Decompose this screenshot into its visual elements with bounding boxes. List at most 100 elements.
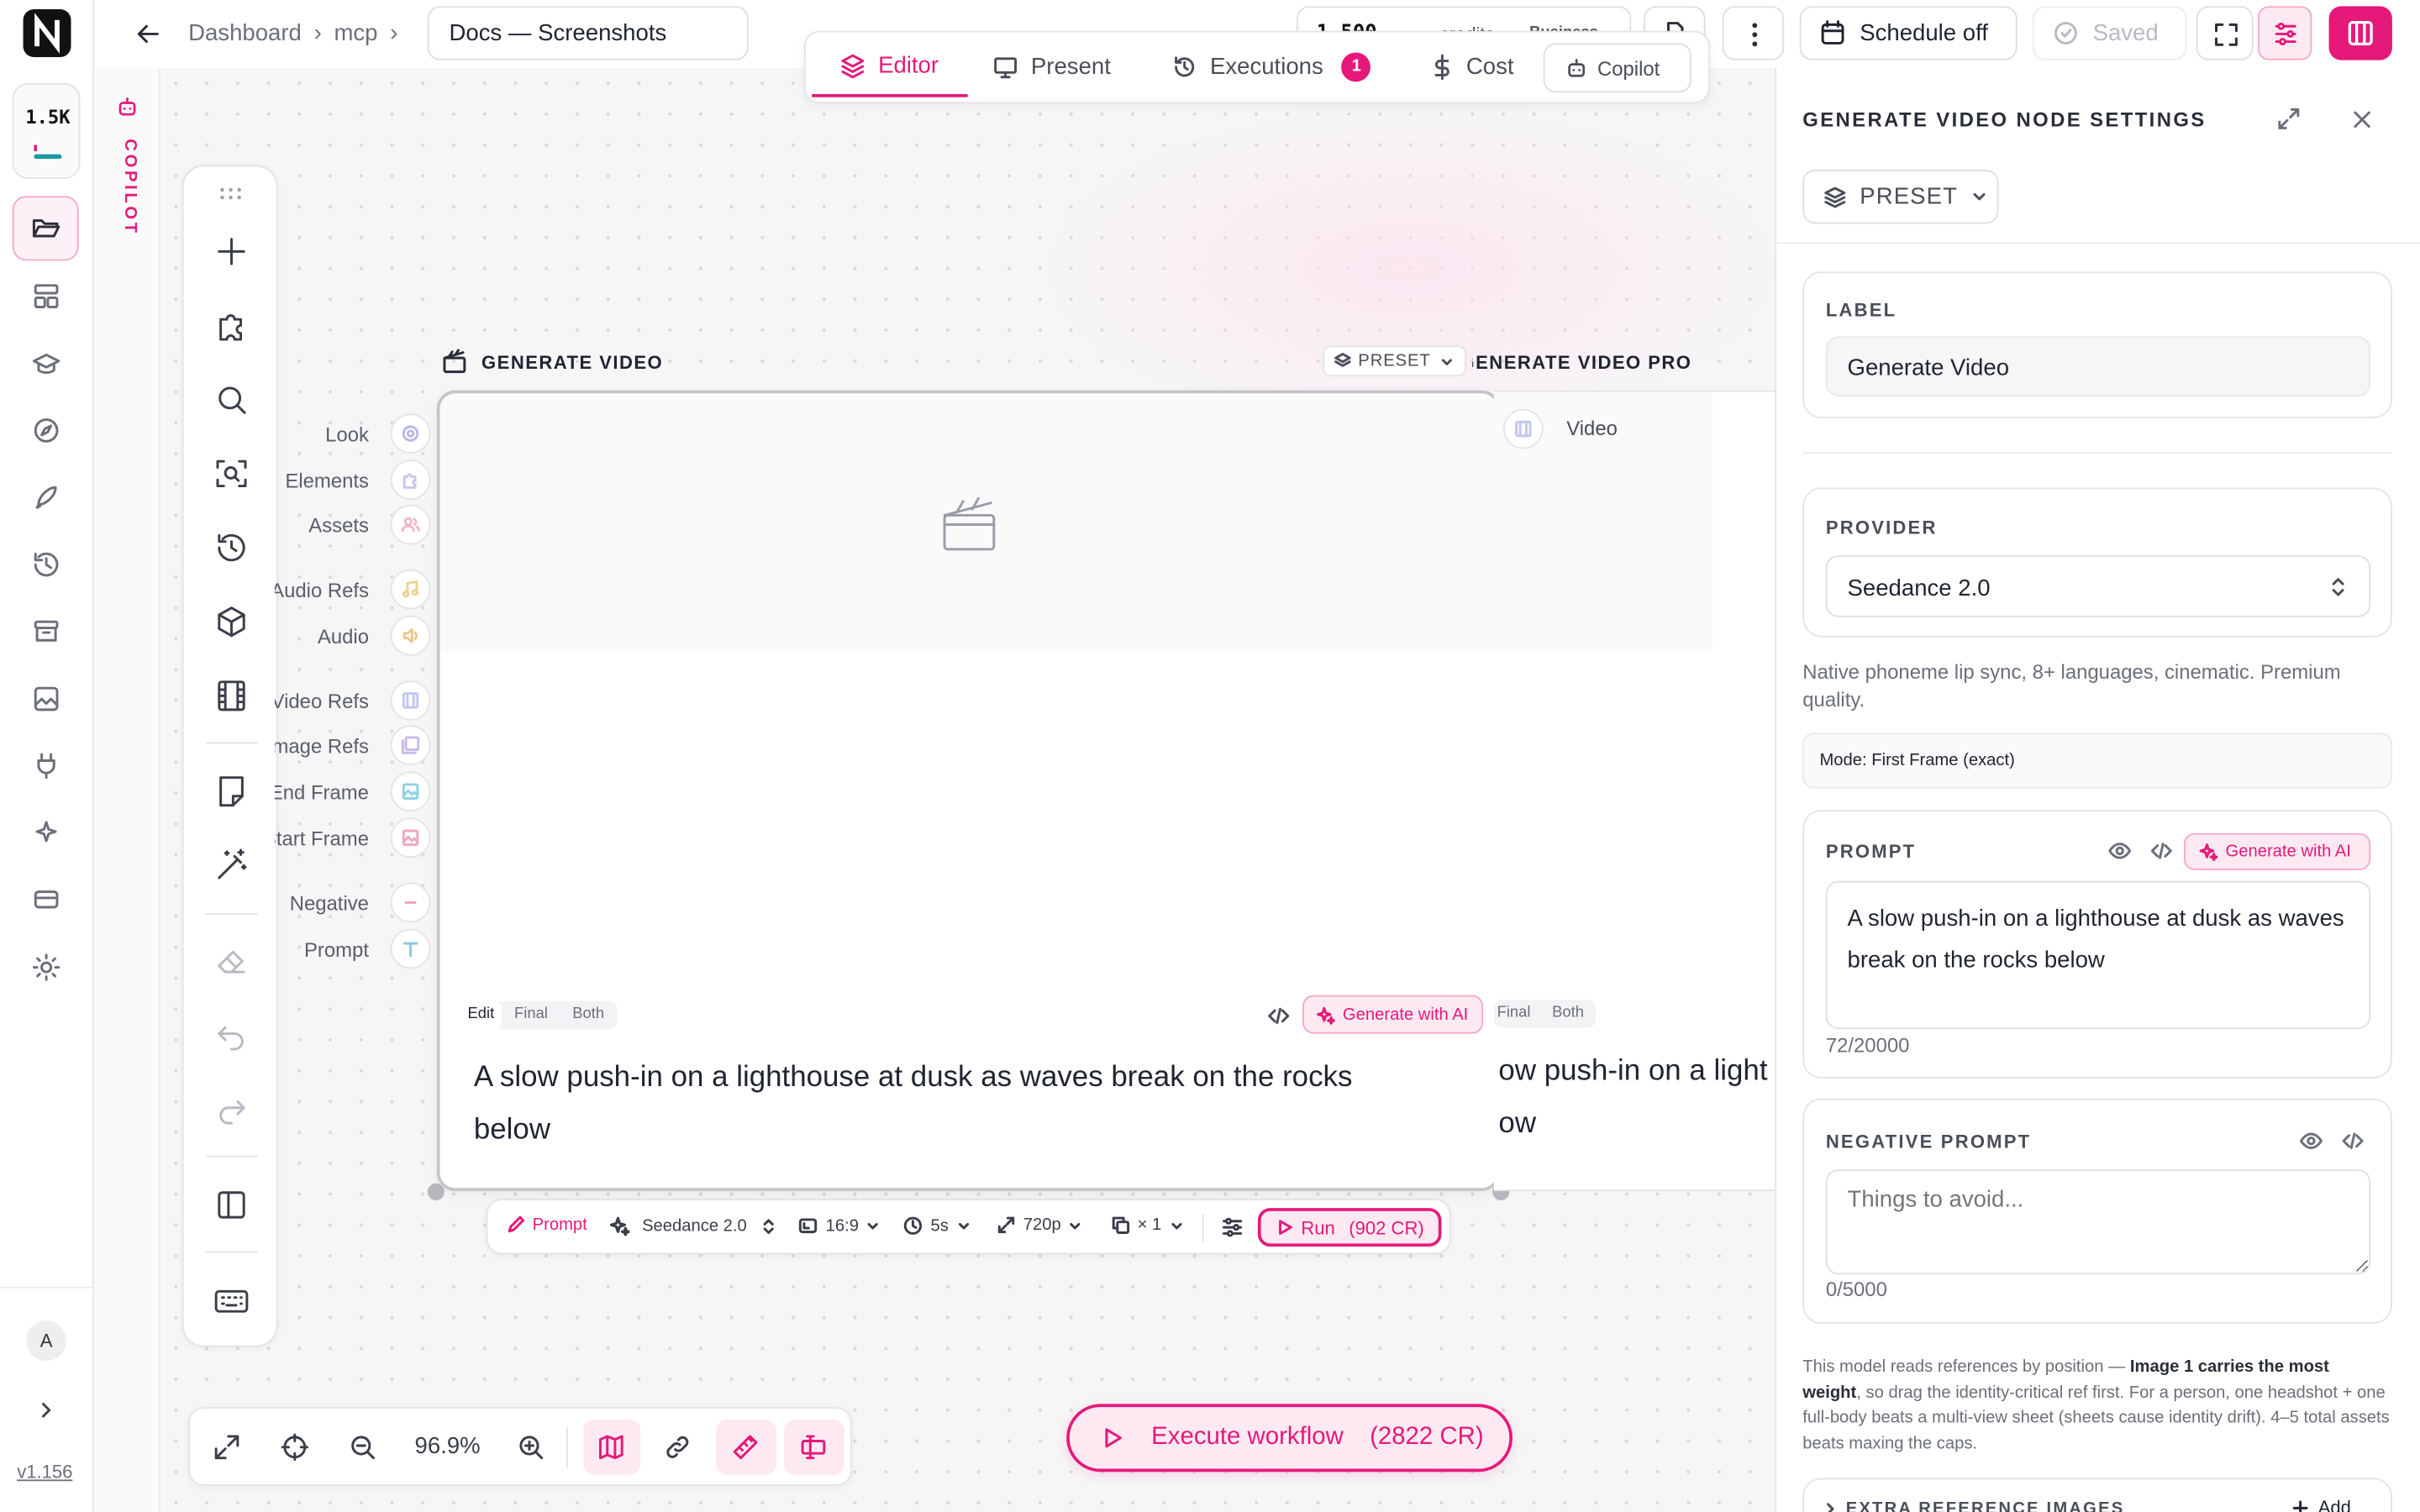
code-icon[interactable] [2341,1129,2365,1152]
rocket-icon[interactable] [31,481,62,512]
node2-view-final[interactable]: Final [1494,1000,1540,1027]
tab-present[interactable]: Present [992,35,1111,97]
text-cursor-toggle[interactable] [784,1419,844,1475]
port-audio[interactable] [390,615,431,656]
link-tool-icon[interactable] [664,1433,692,1461]
aspect-ratio-select[interactable]: 16:9 [798,1215,881,1236]
archive-icon[interactable] [31,616,62,647]
image-gallery-icon[interactable] [31,684,62,715]
generate-video-pro-node[interactable]: Video Final Both ow push-in on a light o… [1493,390,1776,1191]
prompt-chip[interactable]: Prompt [506,1215,587,1234]
eye-icon[interactable] [2300,1129,2323,1152]
port-audio-refs[interactable] [390,569,431,610]
zoom-level[interactable]: 96.9% [411,1433,485,1459]
add-reference-button[interactable]: Add [2291,1497,2351,1512]
port-video-refs[interactable] [390,680,431,721]
port-video[interactable] [1502,408,1544,449]
sticky-note-icon[interactable] [212,771,252,811]
resolution-select[interactable]: 720p [997,1215,1083,1234]
copilot-strip[interactable]: COPILOT [94,67,161,1512]
tab-cost[interactable]: Cost [1431,35,1514,97]
port-end-frame[interactable] [390,771,431,812]
tab-executions[interactable]: Executions 1 [1171,35,1371,97]
breadcrumb-mcp[interactable]: mcp [334,20,377,46]
history-icon[interactable] [31,549,62,580]
plug-icon[interactable] [31,750,62,781]
code-icon[interactable] [2150,839,2174,863]
port-elements[interactable] [390,459,431,501]
view-mode-final[interactable]: Final [502,1001,560,1029]
credit-card-icon[interactable] [31,884,62,915]
layout-icon[interactable] [31,281,62,312]
settings-panel-toggle[interactable] [2258,6,2312,60]
view-mode-both[interactable]: Both [560,1001,617,1029]
run-node-button[interactable]: Run (902 CR) [1257,1208,1442,1247]
compass-icon[interactable] [31,415,62,446]
keyboard-icon[interactable] [212,1280,252,1320]
preset-chip[interactable]: PRESET [1323,345,1466,377]
port-assets[interactable] [390,504,431,545]
zoom-in-icon[interactable] [517,1433,544,1461]
code-icon[interactable] [1267,1005,1291,1028]
negative-prompt-textarea[interactable] [1825,1169,2371,1275]
panel-left-icon[interactable] [212,1185,252,1226]
panel-generate-with-ai-button[interactable]: Generate with AI [2183,832,2371,870]
drag-handle-icon[interactable] [219,186,243,201]
search-icon[interactable] [212,380,252,420]
label-input[interactable]: Generate Video [1825,336,2371,397]
back-arrow-icon[interactable] [134,20,162,48]
output-count-select[interactable]: × 1 [1111,1215,1183,1234]
node2-view-both[interactable]: Both [1539,1000,1596,1027]
usage-widget[interactable]: 1.5K [12,83,81,180]
layout-columns-button[interactable] [2328,6,2392,60]
resize-handle-left[interactable] [427,1183,445,1200]
port-image-refs[interactable] [390,725,431,766]
prompt-textarea[interactable]: A slow push-in on a lighthouse at dusk a… [1825,880,2371,1030]
avatar[interactable]: A [26,1320,66,1361]
magic-wand-icon[interactable] [212,846,252,886]
view-mode-edit[interactable]: Edit [460,1001,502,1030]
provider-select[interactable]: Seedance 2.0 [609,1215,776,1236]
schedule-button[interactable]: Schedule off [1799,6,2018,60]
expand-panel-icon[interactable] [2276,107,2301,131]
graduation-cap-icon[interactable] [31,349,62,380]
node-prompt-text[interactable]: A slow push-in on a lighthouse at dusk a… [474,1053,1431,1158]
execute-workflow-button[interactable]: Execute workflow (2822 CR) [1066,1404,1512,1473]
zoom-out-icon[interactable] [349,1433,376,1461]
node-header[interactable]: GENERATE VIDEO [441,349,663,375]
fullscreen-button[interactable] [2196,6,2254,60]
provider-select[interactable]: Seedance 2.0 [1825,555,2371,617]
more-menu-button[interactable] [1722,6,1785,60]
fit-view-icon[interactable] [213,1433,240,1461]
port-look[interactable] [390,413,431,454]
eye-icon[interactable] [2108,839,2132,863]
app-logo[interactable] [23,9,71,57]
crosshair-icon[interactable] [281,1433,308,1461]
generate-video-node[interactable]: Edit Final Both Generate with AI A slow … [436,390,1501,1191]
eraser-icon[interactable] [212,941,252,981]
add-node-plus-icon[interactable] [212,232,252,272]
close-icon[interactable] [2350,108,2374,132]
puzzle-icon[interactable] [212,306,252,346]
sliders-icon[interactable] [1221,1215,1244,1239]
sparkles-icon[interactable] [31,817,62,848]
minimap-toggle[interactable] [583,1419,641,1475]
settings-gear-icon[interactable] [31,952,62,983]
panel-preset-button[interactable]: PRESET [1802,170,1999,224]
ruler-toggle[interactable] [716,1419,776,1475]
scan-search-icon[interactable] [212,454,252,494]
cube-icon[interactable] [212,601,252,642]
breadcrumb-dashboard[interactable]: Dashboard [188,20,302,46]
port-prompt[interactable] [390,928,431,969]
tab-copilot[interactable]: Copilot [1543,43,1692,93]
expand-sidebar-chevron-icon[interactable] [35,1399,57,1421]
chevron-right-icon[interactable] [1823,1501,1838,1512]
document-title-field[interactable]: Docs — Screenshots [427,6,749,60]
history-icon[interactable] [212,528,252,568]
port-negative[interactable] [390,882,431,923]
port-start-frame[interactable] [390,817,431,858]
film-strip-icon[interactable] [212,675,252,716]
undo-icon[interactable] [212,1016,252,1056]
redo-icon[interactable] [212,1089,252,1130]
tab-editor[interactable]: Editor [812,35,968,97]
